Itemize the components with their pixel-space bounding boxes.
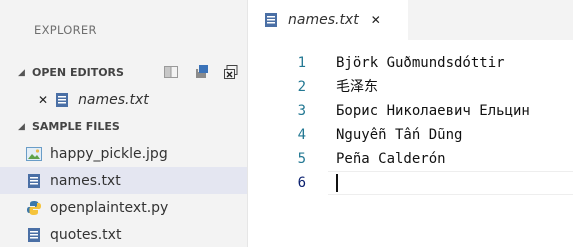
line-number: 1 — [297, 55, 306, 71]
text-cursor — [336, 174, 338, 192]
file-item[interactable]: quotes.txt — [0, 221, 247, 247]
open-editors-header[interactable]: ◢ OPEN EDITORS — [0, 59, 247, 86]
file-label: names.txt — [50, 172, 121, 189]
line-text[interactable]: Nguyễn Tấn Dũng — [336, 123, 462, 147]
editor-pane: names.txt ✕ 1 Björk Guðmundsdóttir 2 毛泽东… — [248, 0, 573, 247]
file-label: happy_pickle.jpg — [50, 145, 168, 162]
line-number: 2 — [297, 79, 306, 95]
code-line[interactable]: 5 Peña Calderón — [248, 147, 573, 171]
text-file-icon — [26, 227, 42, 243]
code-line-current[interactable]: 6 — [248, 171, 573, 195]
line-text[interactable]: Björk Guðmundsdóttir — [336, 51, 505, 75]
line-number: 6 — [297, 175, 306, 191]
code-line[interactable]: 3 Борис Николаевич Ельцин — [248, 99, 573, 123]
line-number: 5 — [297, 151, 306, 167]
toggle-vertical-layout-icon[interactable] — [163, 64, 179, 80]
python-file-icon — [26, 200, 42, 216]
line-text[interactable]: Peña Calderón — [336, 147, 446, 171]
image-file-icon — [26, 146, 42, 162]
code-line[interactable]: 1 Björk Guðmundsdóttir — [248, 51, 573, 75]
collapse-triangle-icon: ◢ — [18, 121, 25, 132]
collapse-triangle-icon: ◢ — [18, 67, 25, 78]
text-file-icon — [26, 173, 42, 189]
tab-label: names.txt — [288, 12, 359, 28]
line-text[interactable]: 毛泽东 — [336, 75, 378, 99]
tab-bar: names.txt ✕ — [248, 0, 573, 40]
code-line[interactable]: 4 Nguyễn Tấn Dũng — [248, 123, 573, 147]
file-label: quotes.txt — [50, 226, 122, 243]
save-all-icon[interactable] — [193, 64, 209, 80]
explorer-sidebar: EXPLORER ◢ OPEN EDITORS ✕ names.txt ◢ SA… — [0, 0, 248, 247]
sample-files-header[interactable]: ◢ SAMPLE FILES — [0, 113, 247, 140]
line-text[interactable]: Борис Николаевич Ельцин — [336, 99, 530, 123]
file-item[interactable]: openplaintext.py — [0, 194, 247, 221]
file-label: openplaintext.py — [50, 199, 169, 216]
open-editors-label: OPEN EDITORS — [32, 66, 124, 79]
text-file-icon — [264, 12, 280, 28]
code-line[interactable]: 2 毛泽东 — [248, 75, 573, 99]
line-number: 4 — [297, 127, 306, 143]
close-icon[interactable]: ✕ — [371, 13, 381, 27]
file-item[interactable]: happy_pickle.jpg — [0, 140, 247, 167]
file-item-selected[interactable]: names.txt — [0, 167, 247, 194]
tab-names-txt[interactable]: names.txt ✕ — [248, 0, 408, 40]
editor-text-area[interactable]: 1 Björk Guðmundsdóttir 2 毛泽东 3 Борис Ник… — [248, 51, 573, 195]
explorer-title: EXPLORER — [34, 22, 97, 37]
line-number: 3 — [297, 103, 306, 119]
open-editor-label: names.txt — [78, 91, 149, 108]
open-editors-actions — [163, 64, 239, 80]
close-icon[interactable]: ✕ — [38, 93, 48, 107]
close-all-icon[interactable] — [223, 64, 239, 80]
vscode-window: EXPLORER ◢ OPEN EDITORS ✕ names.txt ◢ SA… — [0, 0, 573, 247]
open-editor-item[interactable]: ✕ names.txt — [0, 86, 247, 113]
sample-files-label: SAMPLE FILES — [32, 120, 120, 133]
text-file-icon — [54, 92, 70, 108]
